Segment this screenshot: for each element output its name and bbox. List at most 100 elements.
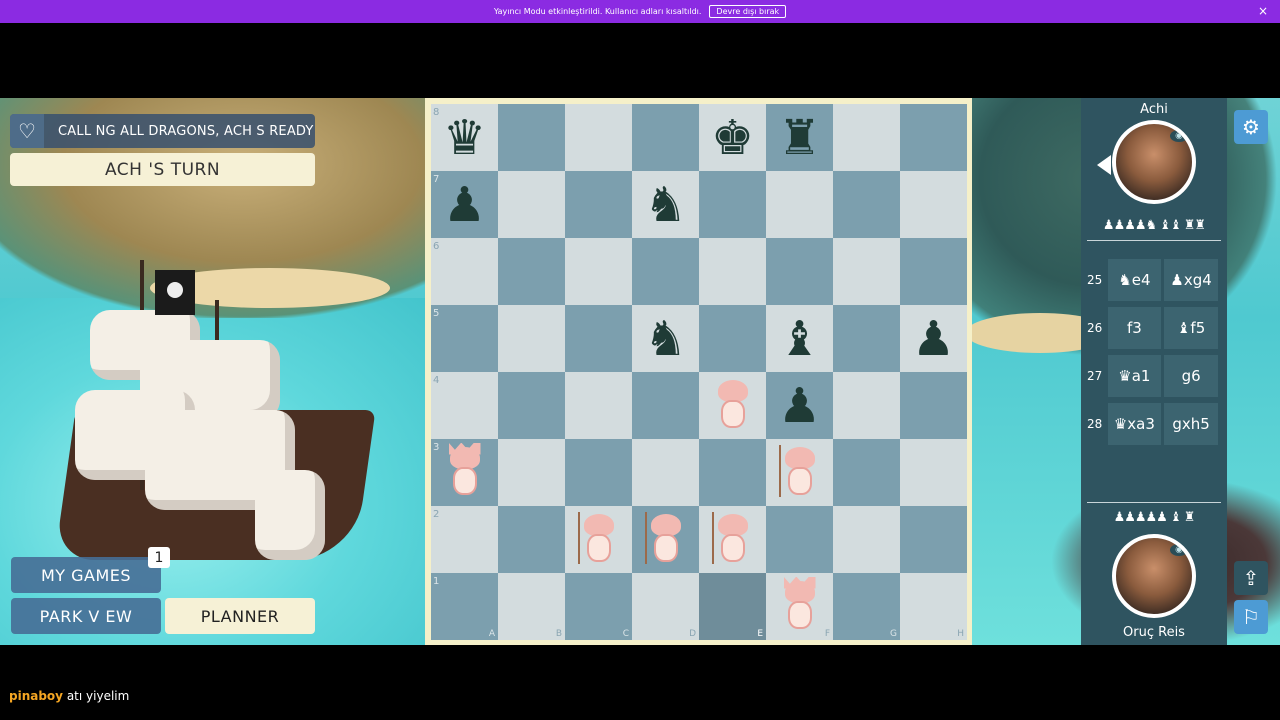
square-h1[interactable]: H: [900, 573, 967, 640]
dark-piece-h5[interactable]: ♟: [912, 315, 955, 363]
square-c2[interactable]: [565, 506, 632, 573]
dark-piece-f8[interactable]: ♜: [778, 114, 821, 162]
light-king-piece[interactable]: [775, 576, 825, 635]
square-a4[interactable]: 4: [431, 372, 498, 439]
square-e2[interactable]: [699, 506, 766, 573]
move-black[interactable]: ♝f5: [1164, 307, 1218, 349]
dark-piece-d5[interactable]: ♞: [644, 315, 687, 363]
square-g3[interactable]: [833, 439, 900, 506]
move-black[interactable]: ♟xg4: [1164, 259, 1218, 301]
square-d4[interactable]: [632, 372, 699, 439]
square-a5[interactable]: 5: [431, 305, 498, 372]
square-d6[interactable]: [632, 238, 699, 305]
light-queen-piece[interactable]: [440, 442, 490, 501]
square-a8[interactable]: 8 ♛: [431, 104, 498, 171]
square-g6[interactable]: [833, 238, 900, 305]
square-c4[interactable]: [565, 372, 632, 439]
square-f5[interactable]: ♝: [766, 305, 833, 372]
square-f3[interactable]: [766, 439, 833, 506]
square-c5[interactable]: [565, 305, 632, 372]
square-d3[interactable]: [632, 439, 699, 506]
square-c7[interactable]: [565, 171, 632, 238]
square-b2[interactable]: [498, 506, 565, 573]
square-g1[interactable]: G: [833, 573, 900, 640]
my-games-button[interactable]: MY GAMES: [11, 557, 161, 593]
close-icon[interactable]: ×: [1258, 4, 1268, 18]
square-a1[interactable]: 1A: [431, 573, 498, 640]
move-black[interactable]: g6: [1164, 355, 1218, 397]
square-g2[interactable]: [833, 506, 900, 573]
resign-flag-icon[interactable]: ⚐: [1234, 600, 1268, 634]
square-d2[interactable]: [632, 506, 699, 573]
move-white[interactable]: ♞e4: [1107, 259, 1162, 301]
square-e3[interactable]: [699, 439, 766, 506]
dark-piece-e8[interactable]: ♚: [711, 114, 754, 162]
square-b8[interactable]: [498, 104, 565, 171]
square-h2[interactable]: [900, 506, 967, 573]
square-b5[interactable]: [498, 305, 565, 372]
dark-piece-a8[interactable]: ♛: [443, 114, 486, 162]
square-a3[interactable]: 3: [431, 439, 498, 506]
square-d7[interactable]: ♞: [632, 171, 699, 238]
square-h3[interactable]: [900, 439, 967, 506]
square-f2[interactable]: [766, 506, 833, 573]
square-a2[interactable]: 2: [431, 506, 498, 573]
square-c1[interactable]: C: [565, 573, 632, 640]
square-g4[interactable]: [833, 372, 900, 439]
square-h6[interactable]: [900, 238, 967, 305]
move-black[interactable]: gxh5: [1164, 403, 1218, 445]
square-b1[interactable]: B: [498, 573, 565, 640]
light-knight-piece[interactable]: [708, 378, 758, 434]
eye-icon[interactable]: ◉: [1170, 544, 1188, 556]
square-h8[interactable]: [900, 104, 967, 171]
square-c6[interactable]: [565, 238, 632, 305]
planner-button[interactable]: PLANNER: [165, 598, 315, 634]
dark-piece-f4[interactable]: ♟: [778, 382, 821, 430]
light-pawn-piece[interactable]: [708, 511, 758, 568]
square-f7[interactable]: [766, 171, 833, 238]
square-d1[interactable]: D: [632, 573, 699, 640]
square-b4[interactable]: [498, 372, 565, 439]
top-player-avatar[interactable]: ◉: [1112, 120, 1196, 204]
move-white[interactable]: ♛a1: [1107, 355, 1162, 397]
square-c3[interactable]: [565, 439, 632, 506]
square-a7[interactable]: 7 ♟: [431, 171, 498, 238]
square-f1[interactable]: F: [766, 573, 833, 640]
move-white[interactable]: ♛xa3: [1107, 403, 1162, 445]
eye-icon[interactable]: ◉: [1170, 130, 1188, 142]
square-h4[interactable]: [900, 372, 967, 439]
square-e5[interactable]: [699, 305, 766, 372]
square-f8[interactable]: ♜: [766, 104, 833, 171]
square-g8[interactable]: [833, 104, 900, 171]
dark-piece-d7[interactable]: ♞: [644, 181, 687, 229]
square-b7[interactable]: [498, 171, 565, 238]
square-h7[interactable]: [900, 171, 967, 238]
square-d8[interactable]: [632, 104, 699, 171]
disable-streamer-mode-button[interactable]: Devre dışı bırak: [709, 5, 787, 18]
square-h5[interactable]: ♟: [900, 305, 967, 372]
square-e6[interactable]: [699, 238, 766, 305]
chess-board[interactable]: 8 ♛ ♚ ♜ 7 ♟ ♞ 6 5 ♞ ♝ ♟ 4 ♟ 3 2 1 A B C D E F G H: [431, 104, 967, 640]
dark-piece-a7[interactable]: ♟: [443, 181, 486, 229]
square-a6[interactable]: 6: [431, 238, 498, 305]
square-f6[interactable]: [766, 238, 833, 305]
square-e1[interactable]: E: [699, 573, 766, 640]
square-c8[interactable]: [565, 104, 632, 171]
square-b3[interactable]: [498, 439, 565, 506]
square-g5[interactable]: [833, 305, 900, 372]
square-e8[interactable]: ♚: [699, 104, 766, 171]
square-b6[interactable]: [498, 238, 565, 305]
square-d5[interactable]: ♞: [632, 305, 699, 372]
dark-piece-f5[interactable]: ♝: [778, 315, 821, 363]
move-white[interactable]: f3: [1107, 307, 1162, 349]
park-view-button[interactable]: PARK V EW: [11, 598, 161, 634]
light-pawn-piece[interactable]: [574, 511, 624, 568]
light-pawn-piece[interactable]: [641, 511, 691, 568]
heart-icon[interactable]: ♡: [10, 114, 44, 148]
square-e7[interactable]: [699, 171, 766, 238]
square-g7[interactable]: [833, 171, 900, 238]
light-pawn-piece[interactable]: [775, 444, 825, 501]
share-icon[interactable]: ⇪: [1234, 561, 1268, 595]
settings-icon[interactable]: ⚙: [1234, 110, 1268, 144]
square-f4[interactable]: ♟: [766, 372, 833, 439]
